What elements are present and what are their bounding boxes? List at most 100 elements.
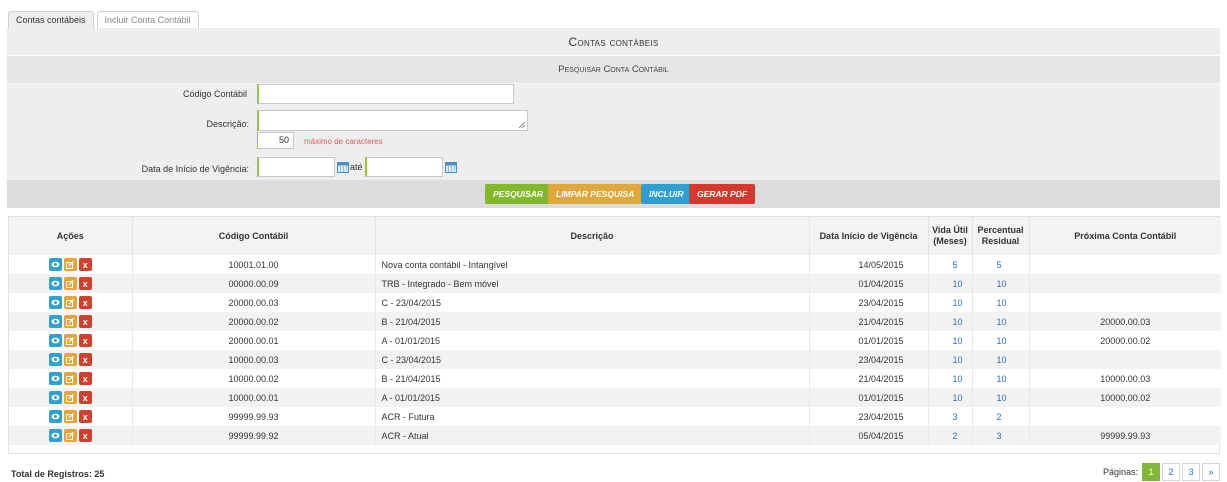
data-cell: 01/04/2015 <box>809 274 929 293</box>
tab-contas-contabeis[interactable]: Contas contábeis <box>8 11 94 29</box>
codigo-cell: 10000.00.02 <box>132 369 376 388</box>
page-3-button[interactable]: 3 <box>1182 463 1200 481</box>
edit-icon[interactable] <box>63 258 77 271</box>
pagination: Páginas: 1 2 3 » <box>1103 463 1220 481</box>
edit-icon[interactable] <box>63 429 77 442</box>
vida-util-cell: 10 <box>928 293 973 312</box>
limpar-pesquisa-button[interactable]: Limpar Pesquisa <box>548 184 643 204</box>
percentual-cell: 10 <box>972 312 1030 331</box>
char-limit-message: máximo de caracteres <box>304 137 383 146</box>
search-panel: Contas contábeis Pesquisar Conta Contábi… <box>7 28 1220 208</box>
ate-label: até <box>350 162 363 172</box>
eye-icon[interactable] <box>48 391 62 404</box>
calendar-icon[interactable] <box>337 161 349 173</box>
page-1-button[interactable]: 1 <box>1142 463 1160 481</box>
resize-handle-icon[interactable] <box>519 122 525 128</box>
proxima-cell: 10000.00.03 <box>1029 369 1221 388</box>
descricao-label: Descrição: <box>206 119 249 129</box>
incluir-button[interactable]: Incluir <box>641 184 692 204</box>
next-page-button[interactable]: » <box>1202 463 1220 481</box>
codigo-cell: 20000.00.02 <box>132 312 376 331</box>
proxima-cell: 99999.99.93 <box>1029 426 1221 445</box>
percentual-cell: 10 <box>972 388 1030 407</box>
button-bar: Pesquisar Limpar Pesquisa Incluir Gerar … <box>7 180 1220 208</box>
edit-icon[interactable] <box>63 315 77 328</box>
codigo-cell: 10001.01.00 <box>132 255 376 274</box>
col-header-vida-util[interactable]: Vida Útil (Meses) <box>928 217 973 255</box>
calendar-icon[interactable] <box>445 161 457 173</box>
percentual-cell: 10 <box>972 293 1030 312</box>
eye-icon[interactable] <box>48 277 62 290</box>
col-header-percentual[interactable]: Percentual Residual <box>972 217 1030 255</box>
edit-icon[interactable] <box>63 372 77 385</box>
data-cell: 23/04/2015 <box>809 293 929 312</box>
total-registros: Total de Registros: 25 <box>11 469 105 479</box>
actions-cell: x <box>9 331 133 350</box>
codigo-label: Código Contábil <box>182 89 247 99</box>
edit-icon[interactable] <box>63 353 77 366</box>
data-cell: 05/04/2015 <box>809 426 929 445</box>
col-header-codigo[interactable]: Código Contábil <box>132 217 376 255</box>
eye-icon[interactable] <box>48 296 62 309</box>
delete-icon[interactable]: x <box>78 296 92 309</box>
col-header-acoes: Ações <box>9 217 133 255</box>
percentual-cell: 10 <box>972 369 1030 388</box>
codigo-input[interactable] <box>257 84 514 104</box>
vida-util-cell: 2 <box>928 426 973 445</box>
delete-icon[interactable]: x <box>78 315 92 328</box>
data-cell: 21/04/2015 <box>809 369 929 388</box>
char-count: 50 <box>278 135 289 145</box>
descricao-textarea[interactable] <box>257 110 528 131</box>
descricao-cell: C - 23/04/2015 <box>375 293 810 312</box>
vida-line1: Vida Útil <box>932 225 968 235</box>
delete-icon[interactable]: x <box>78 277 92 290</box>
page-2-button[interactable]: 2 <box>1162 463 1180 481</box>
percentual-cell: 3 <box>972 426 1030 445</box>
gerar-pdf-button[interactable]: Gerar PDF <box>689 184 756 204</box>
col-header-descricao[interactable]: Descrição <box>375 217 810 255</box>
col-header-data[interactable]: Data Início de Vigência <box>809 217 929 255</box>
edit-icon[interactable] <box>63 277 77 290</box>
edit-icon[interactable] <box>63 391 77 404</box>
tab-incluir-conta-contabil[interactable]: Incluir Conta Contábil <box>96 11 199 29</box>
delete-icon[interactable]: x <box>78 353 92 366</box>
eye-icon[interactable] <box>48 315 62 328</box>
delete-icon[interactable]: x <box>78 410 92 423</box>
table-row: x 20000.00.03 C - 23/04/2015 23/04/2015 10 10 <box>9 293 1221 312</box>
edit-icon[interactable] <box>63 334 77 347</box>
delete-icon[interactable]: x <box>78 391 92 404</box>
eye-icon[interactable] <box>48 258 62 271</box>
descricao-cell: ACR - Futura <box>375 407 810 426</box>
eye-icon[interactable] <box>48 410 62 423</box>
delete-icon[interactable]: x <box>78 372 92 385</box>
percentual-cell: 10 <box>972 274 1030 293</box>
eye-icon[interactable] <box>48 353 62 366</box>
proxima-cell <box>1029 407 1221 426</box>
data-fim-input[interactable] <box>365 157 443 177</box>
edit-icon[interactable] <box>63 410 77 423</box>
delete-icon[interactable]: x <box>78 334 92 347</box>
col-header-proxima[interactable]: Próxima Conta Contábil <box>1029 217 1221 255</box>
descricao-cell: A - 01/01/2015 <box>375 331 810 350</box>
percentual-cell: 2 <box>972 407 1030 426</box>
edit-icon[interactable] <box>63 296 77 309</box>
data-inicio-input[interactable] <box>257 157 335 177</box>
eye-icon[interactable] <box>48 429 62 442</box>
delete-icon[interactable]: x <box>78 429 92 442</box>
codigo-cell: 10000.00.03 <box>132 350 376 369</box>
delete-icon[interactable]: x <box>78 258 92 271</box>
table-row: x 20000.00.01 A - 01/01/2015 01/01/2015 10 10… <box>9 331 1221 350</box>
vida-util-cell: 10 <box>928 331 973 350</box>
proxima-cell: 20000.00.02 <box>1029 331 1221 350</box>
data-cell: 23/04/2015 <box>809 350 929 369</box>
descricao-cell: B - 21/04/2015 <box>375 312 810 331</box>
proxima-cell <box>1029 274 1221 293</box>
eye-icon[interactable] <box>48 372 62 385</box>
percentual-cell: 10 <box>972 350 1030 369</box>
descricao-cell: B - 21/04/2015 <box>375 369 810 388</box>
perc-line2: Residual <box>981 236 1020 246</box>
table-row: x 10000.00.01 A - 01/01/2015 01/01/2015 10 10… <box>9 388 1221 407</box>
proxima-cell <box>1029 293 1221 312</box>
eye-icon[interactable] <box>48 334 62 347</box>
pesquisar-button[interactable]: Pesquisar <box>485 184 552 204</box>
